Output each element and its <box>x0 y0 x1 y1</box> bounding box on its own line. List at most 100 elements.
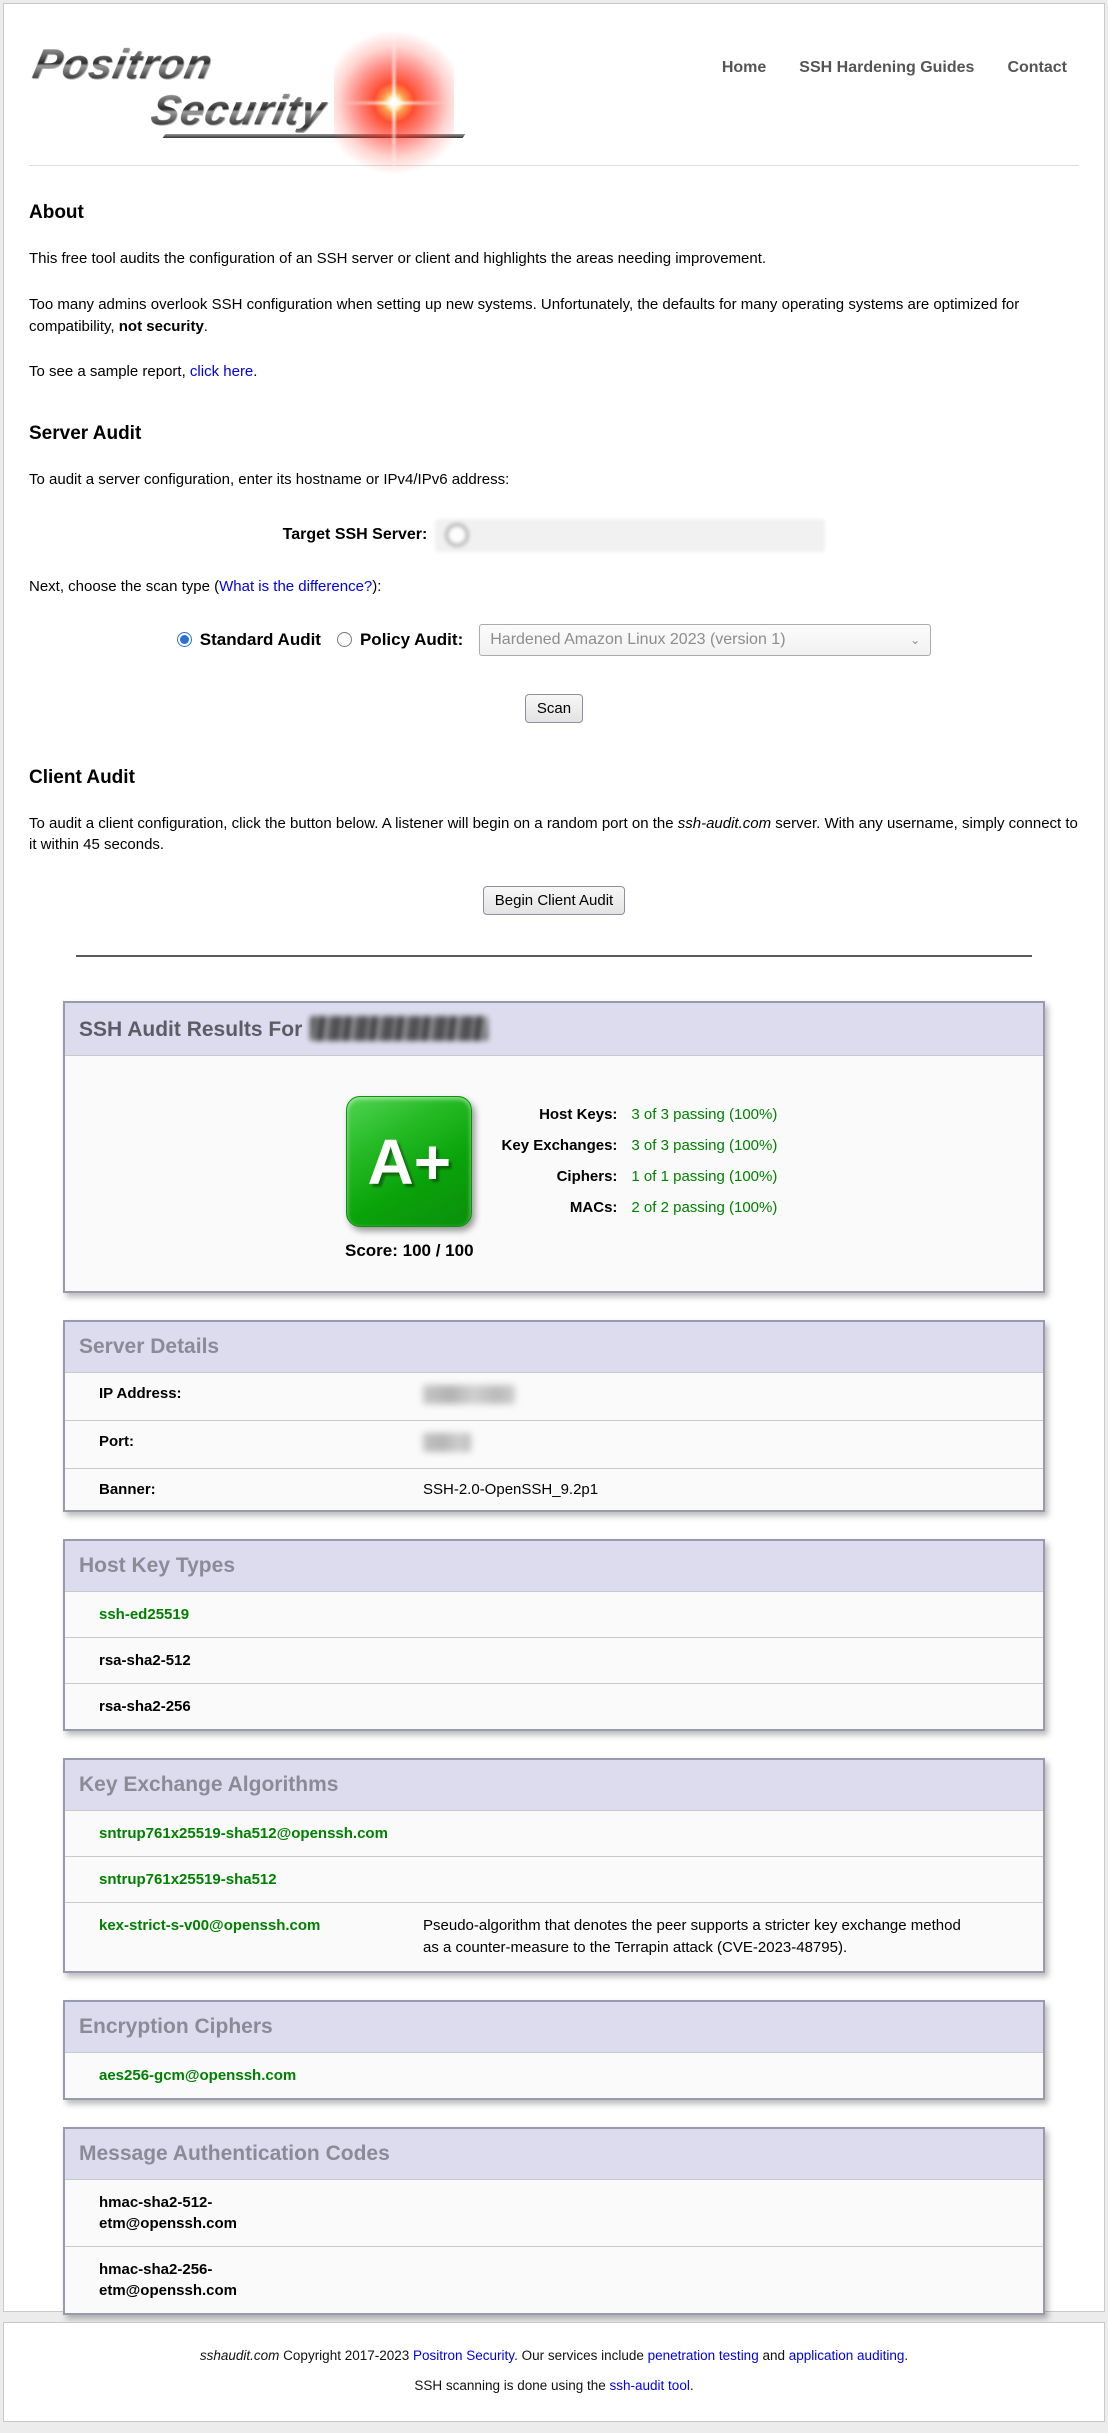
host-key-row: rsa-sha2-256 <box>65 1683 1043 1729</box>
host-key-types-title: Host Key Types <box>65 1541 1043 1591</box>
mac-name: hmac-sha2-256-etm@openssh.com <box>99 2259 299 2301</box>
policy-audit-radio[interactable] <box>337 632 352 647</box>
kex-row: sntrup761x25519-sha512@openssh.com <box>65 1810 1043 1856</box>
ip-address-label: IP Address: <box>99 1385 423 1408</box>
redacted-hostname <box>310 1016 488 1041</box>
results-body: A+ Score: 100 / 100 Host Keys: 3 of 3 pa… <box>65 1055 1043 1291</box>
footer-appaudit-link[interactable]: application auditing <box>789 2348 905 2363</box>
host-key-row: rsa-sha2-512 <box>65 1637 1043 1683</box>
chevron-down-icon: ⌄ <box>910 633 920 647</box>
policy-audit-label: Policy Audit: <box>360 630 463 650</box>
nav-home[interactable]: Home <box>722 59 766 77</box>
key-exchange-panel: Key Exchange Algorithms sntrup761x25519-… <box>63 1758 1045 1973</box>
client-audit-intro: To audit a client configuration, click t… <box>29 813 1079 857</box>
kex-name: sntrup761x25519-sha512 <box>99 1869 423 1890</box>
grade-letter: A+ <box>367 1125 451 1199</box>
sample-report-link[interactable]: click here <box>190 363 253 380</box>
begin-client-audit-button[interactable]: Begin Client Audit <box>483 886 625 915</box>
port-label: Port: <box>99 1433 423 1456</box>
stat-label-macs: MACs: <box>502 1199 618 1216</box>
macs-panel: Message Authentication Codes hmac-sha2-5… <box>63 2127 1045 2315</box>
cipher-row: aes256-gcm@openssh.com <box>65 2052 1043 2098</box>
footer-period: . <box>904 2348 908 2363</box>
policy-select[interactable]: Hardened Amazon Linux 2023 (version 1) ⌄ <box>479 624 931 656</box>
logo-text-positron: Positron <box>29 42 217 86</box>
kex-name: sntrup761x25519-sha512@openssh.com <box>99 1823 423 1844</box>
about-p2-period: . <box>204 318 208 335</box>
footer-copyright-text: Copyright 2017-2023 <box>279 2348 413 2363</box>
policy-select-value: Hardened Amazon Linux 2023 (version 1) <box>490 631 785 649</box>
mac-row: hmac-sha2-512-etm@openssh.com <box>65 2179 1043 2246</box>
kex-row: kex-strict-s-v00@openssh.com Pseudo-algo… <box>65 1902 1043 1971</box>
server-details-panel: Server Details IP Address: Port: Banner:… <box>63 1320 1045 1512</box>
banner-value: SSH-2.0-OpenSSH_9.2p1 <box>423 1481 1029 1498</box>
logo-text-security: Security <box>147 88 330 132</box>
cipher-name: aes256-gcm@openssh.com <box>99 2065 296 2086</box>
site-header: Positron Security Home SSH Hardening Gui… <box>29 4 1079 166</box>
footer-and-text: and <box>759 2348 789 2363</box>
server-details-row-banner: Banner: SSH-2.0-OpenSSH_9.2p1 <box>65 1468 1043 1510</box>
scan-type-text-end: ): <box>372 578 381 595</box>
stat-label-key-exchanges: Key Exchanges: <box>502 1137 618 1154</box>
client-audit-heading: Client Audit <box>29 767 1079 789</box>
ip-address-value <box>423 1385 1029 1408</box>
server-audit-intro: To audit a server configuration, enter i… <box>29 469 1079 491</box>
about-paragraph-3: To see a sample report, click here. <box>29 361 1079 383</box>
nav-contact[interactable]: Contact <box>1007 59 1067 77</box>
results-panels: SSH Audit Results For A+ Score: 100 / 10… <box>63 1001 1045 2315</box>
key-exchange-title: Key Exchange Algorithms <box>65 1760 1043 1810</box>
redacted-ip <box>423 1385 515 1404</box>
scan-type-difference-link[interactable]: What is the difference? <box>219 578 372 595</box>
about-paragraph-2: Too many admins overlook SSH configurati… <box>29 294 1079 338</box>
footer-line-1: sshaudit.com Copyright 2017-2023 Positro… <box>4 2348 1104 2363</box>
encryption-ciphers-panel: Encryption Ciphers aes256-gcm@openssh.co… <box>63 2000 1045 2100</box>
footer-sshaudit-tool-link[interactable]: ssh-audit tool <box>610 2378 690 2393</box>
stat-label-host-keys: Host Keys: <box>502 1106 618 1123</box>
server-details-row-port: Port: <box>65 1420 1043 1468</box>
macs-title: Message Authentication Codes <box>65 2129 1043 2179</box>
client-intro-domain: ssh-audit.com <box>678 815 771 832</box>
kex-row: sntrup761x25519-sha512 <box>65 1856 1043 1902</box>
scan-type-line: Next, choose the scan type (What is the … <box>29 576 1079 598</box>
site-logo[interactable]: Positron Security <box>34 42 464 138</box>
footer-line-2: SSH scanning is done using the ssh-audit… <box>4 2378 1104 2393</box>
footer-domain: sshaudit.com <box>200 2348 280 2363</box>
footer-services-text: . Our services include <box>514 2348 648 2363</box>
standard-audit-radio[interactable] <box>177 632 192 647</box>
client-intro-text: To audit a client configuration, click t… <box>29 815 678 832</box>
footer-positron-link[interactable]: Positron Security <box>413 2348 514 2363</box>
server-details-title: Server Details <box>65 1322 1043 1372</box>
main-content: Positron Security Home SSH Hardening Gui… <box>3 3 1105 2312</box>
target-server-input-redacted[interactable] <box>435 519 825 552</box>
grade-badge: A+ <box>346 1096 472 1227</box>
about-p2-bold: not security <box>119 318 204 335</box>
stat-value-key-exchanges: 3 of 3 passing (100%) <box>631 1137 777 1154</box>
stat-value-ciphers: 1 of 1 passing (100%) <box>631 1168 777 1185</box>
redacted-port <box>423 1433 471 1452</box>
kex-note <box>423 1823 1029 1844</box>
host-key-row: ssh-ed25519 <box>65 1591 1043 1637</box>
target-server-row: Target SSH Server: <box>29 519 1079 552</box>
results-title: SSH Audit Results For <box>65 1003 1043 1055</box>
server-audit-heading: Server Audit <box>29 423 1079 445</box>
kex-name: kex-strict-s-v00@openssh.com <box>99 1915 423 1959</box>
footer-scanning-text: SSH scanning is done using the <box>414 2378 609 2393</box>
port-value <box>423 1433 1029 1456</box>
server-details-row-ip: IP Address: <box>65 1372 1043 1420</box>
section-divider <box>76 955 1032 957</box>
scan-button[interactable]: Scan <box>525 694 583 723</box>
sample-report-text: To see a sample report, <box>29 363 190 380</box>
scan-type-text: Next, choose the scan type ( <box>29 578 219 595</box>
results-title-text: SSH Audit Results For <box>79 1018 302 1041</box>
results-stats: Host Keys: 3 of 3 passing (100%) Key Exc… <box>502 1106 778 1261</box>
about-paragraph-1: This free tool audits the configuration … <box>29 248 1079 270</box>
host-key-name: rsa-sha2-256 <box>99 1696 191 1717</box>
grade-column: A+ Score: 100 / 100 <box>345 1096 474 1261</box>
nav-ssh-hardening-guides[interactable]: SSH Hardening Guides <box>799 59 974 77</box>
footer-pentest-link[interactable]: penetration testing <box>648 2348 759 2363</box>
banner-label: Banner: <box>99 1481 423 1498</box>
sample-report-period: . <box>253 363 257 380</box>
host-key-name: rsa-sha2-512 <box>99 1650 191 1671</box>
scan-type-options: Standard Audit Policy Audit: Hardened Am… <box>29 624 1079 656</box>
standard-audit-label: Standard Audit <box>200 630 321 650</box>
